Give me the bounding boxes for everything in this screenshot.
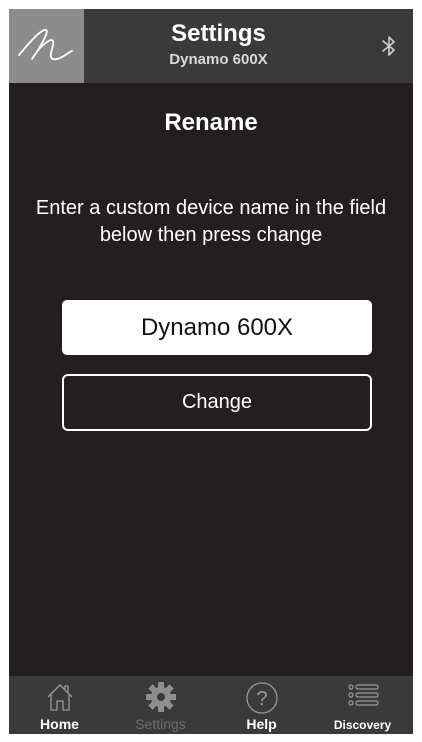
header-bar: Settings Dynamo 600X bbox=[9, 9, 413, 83]
tab-home-label: Home bbox=[40, 716, 79, 732]
tab-discovery-label: Discovery bbox=[333, 718, 392, 732]
logo[interactable] bbox=[9, 9, 84, 83]
tab-settings-label: Settings bbox=[135, 716, 186, 732]
tab-discovery[interactable]: Discovery bbox=[312, 676, 413, 734]
svg-text:?: ? bbox=[256, 688, 267, 710]
instructions-text: Enter a custom device name in the field … bbox=[35, 197, 387, 246]
section-title: Rename bbox=[164, 109, 258, 136]
list-icon bbox=[347, 684, 379, 706]
header-title-group: Settings Dynamo 600X bbox=[84, 9, 353, 83]
page-title: Settings bbox=[171, 20, 266, 47]
tab-help[interactable]: ? Help bbox=[211, 676, 312, 734]
device-name-field[interactable] bbox=[62, 300, 372, 355]
bluetooth-icon[interactable] bbox=[379, 34, 399, 58]
tab-home[interactable]: Home bbox=[9, 676, 110, 734]
tab-bar: Home Settings ? Help Discovery bbox=[9, 676, 413, 734]
tab-settings[interactable]: Settings bbox=[110, 676, 211, 734]
home-icon bbox=[47, 684, 72, 711]
device-name-subtitle: Dynamo 600X bbox=[169, 51, 268, 68]
change-button[interactable]: Change bbox=[62, 374, 372, 431]
tab-help-label: Help bbox=[246, 716, 277, 732]
signature-logo-icon bbox=[18, 29, 73, 61]
help-icon: ? bbox=[245, 682, 278, 714]
app-frame: Settings Dynamo 600X Rename Enter a cust… bbox=[9, 9, 413, 734]
gear-icon bbox=[145, 682, 176, 712]
